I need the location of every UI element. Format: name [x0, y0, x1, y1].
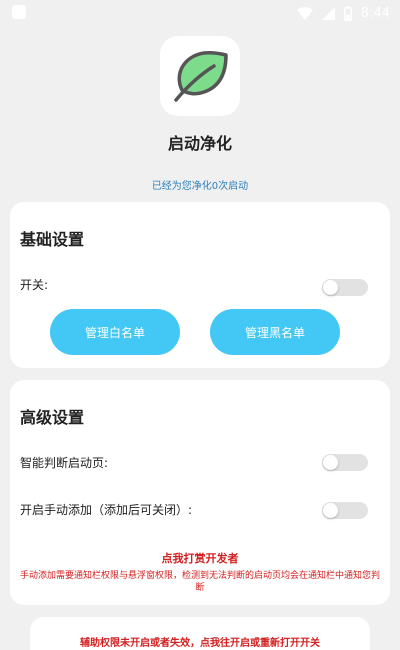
manual-add-label: 开启手动添加（添加后可关闭）:: [20, 503, 193, 517]
smart-detect-label: 智能判断启动页:: [20, 456, 109, 470]
manual-add-toggle[interactable]: [322, 502, 368, 519]
smart-detect-toggle[interactable]: [322, 454, 368, 471]
manage-blacklist-button[interactable]: 管理黑名单: [210, 309, 340, 355]
toggle-knob: [323, 503, 338, 518]
switch-label: 开关:: [20, 278, 49, 292]
manage-whitelist-button[interactable]: 管理白名单: [50, 309, 180, 355]
notification-icon: [12, 5, 26, 19]
status-icons: 8:44: [296, 3, 390, 23]
toggle-knob: [323, 455, 338, 470]
advanced-settings-card: 高级设置 智能判断启动页: 开启手动添加（添加后可关闭）: 点我打赏开发者 手动…: [10, 380, 390, 605]
wifi-icon: [296, 6, 313, 20]
status-bar: 8:44: [0, 0, 400, 26]
purify-count-text: 已经为您净化0次启动: [151, 181, 249, 192]
basic-settings-card: 基础设置 开关: 管理白名单 管理黑名单: [10, 202, 390, 368]
app-title: 启动净化: [167, 134, 232, 153]
donate-developer-link[interactable]: 点我打赏开发者: [10, 550, 390, 566]
toggle-knob: [323, 280, 338, 295]
manual-add-note: 手动添加需要通知栏权限与悬浮窗权限，检测到无法判断的启动页均会在通知栏中通知您判…: [19, 571, 380, 593]
accessibility-warning-text: 辅助权限未开启或者失效，点我往开启或重新打开开关: [80, 638, 320, 649]
main-switch-toggle[interactable]: [322, 279, 368, 296]
advanced-settings-title: 高级设置: [20, 408, 85, 427]
leaf-icon: [174, 51, 228, 102]
battery-icon: [343, 5, 352, 21]
accessibility-warning-card[interactable]: 辅助权限未开启或者失效，点我往开启或重新打开开关: [30, 617, 370, 650]
signal-icon: [321, 6, 335, 20]
basic-settings-title: 基础设置: [20, 230, 85, 249]
clock: 8:44: [360, 5, 390, 21]
app-logo: [160, 36, 240, 116]
